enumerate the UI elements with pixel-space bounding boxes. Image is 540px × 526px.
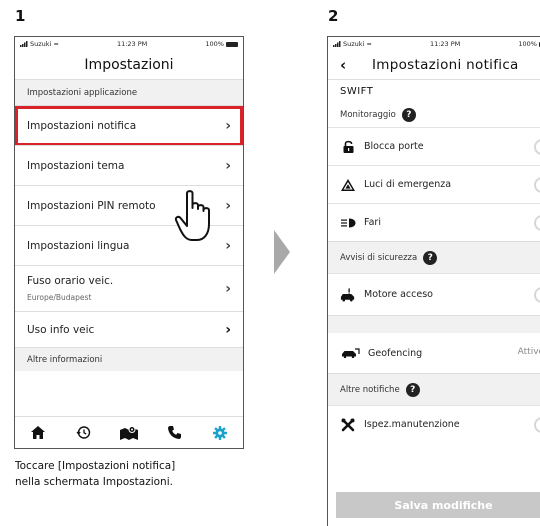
engine-on-toggle[interactable] <box>534 287 540 303</box>
history-icon <box>76 426 91 439</box>
menu-item-label: Impostazioni notifica <box>27 119 137 132</box>
battery-icon <box>225 41 238 47</box>
group-safety-alerts: Avvisi di sicurezza ? <box>328 241 540 273</box>
carrier-name: Suzuki <box>30 40 52 48</box>
carrier-name: Suzuki <box>343 40 365 48</box>
chevron-right-icon: › <box>225 157 231 174</box>
help-icon[interactable]: ? <box>405 382 420 397</box>
carrier-indicator: Suzuki ≈ <box>333 40 372 48</box>
step-number-1: 1 <box>15 7 26 25</box>
clock: 11:23 PM <box>116 40 148 48</box>
step-number-2: 2 <box>328 7 339 25</box>
section-other-info: Altre informazioni <box>15 347 243 371</box>
group-label-text: Altre notifiche <box>340 384 400 395</box>
group-other-notifications: Altre notifiche ? <box>328 373 540 405</box>
spacer <box>328 315 540 333</box>
timezone-value: Europe/Budapest <box>27 293 92 302</box>
menu-item-theme-settings[interactable]: Impostazioni tema › <box>15 145 243 185</box>
menu-item-vehicle-info-usage[interactable]: Uso info veic › <box>15 311 243 347</box>
signal-icon <box>333 41 341 47</box>
row-geofencing[interactable]: Geofencing Attivo › <box>328 333 540 373</box>
tab-bar <box>15 416 243 448</box>
maintenance-toggle[interactable] <box>534 417 540 433</box>
row-lock-doors: Blocca porte <box>328 127 540 165</box>
row-hazard-lights: Luci di emergenza <box>328 165 540 203</box>
tab-history[interactable] <box>71 423 95 443</box>
page-title: Impostazioni notifica <box>372 57 519 73</box>
wifi-icon: ≈ <box>53 40 59 48</box>
page-title: Impostazioni <box>84 57 174 73</box>
page-header: ‹ Impostazioni notifica <box>328 51 540 79</box>
group-monitoring: Monitoraggio ? <box>328 103 540 127</box>
battery-indicator: 100% <box>205 40 238 48</box>
chevron-right-icon: › <box>225 197 231 214</box>
section-app-settings: Impostazioni applicazione <box>15 79 243 105</box>
status-bar: Suzuki ≈ 11:23 PM 100% <box>15 37 243 51</box>
timezone-text: Fuso orario veic. Europe/Budapest <box>27 275 113 302</box>
map-icon <box>119 425 138 440</box>
menu-item-label: Impostazioni PIN remoto <box>27 199 156 212</box>
engine-alert-icon <box>340 287 356 303</box>
menu-item-label: Uso info veic <box>27 323 95 336</box>
row-headlights: Fari <box>328 203 540 241</box>
phone-screen-settings: Suzuki ≈ 11:23 PM 100% Impostazioni Impo… <box>14 36 244 449</box>
caption-line-1: Toccare [Impostazioni notifica] <box>15 460 176 472</box>
gear-icon <box>213 425 228 440</box>
row-engine-on: Motore acceso <box>328 273 540 315</box>
clock: 11:23 PM <box>429 40 461 48</box>
geofence-car-icon <box>340 345 360 361</box>
vehicle-name: SWIFT <box>328 79 540 103</box>
menu-item-label: Fuso orario veic. <box>27 275 114 287</box>
home-icon <box>30 426 45 439</box>
tab-map[interactable] <box>117 423 141 443</box>
wifi-icon: ≈ <box>366 40 372 48</box>
signal-icon <box>20 41 28 47</box>
carrier-indicator: Suzuki ≈ <box>20 40 59 48</box>
menu-item-label: Impostazioni tema <box>27 159 125 172</box>
menu-item-notification-settings[interactable]: Impostazioni notifica › <box>15 105 243 146</box>
tab-settings[interactable] <box>208 423 232 443</box>
menu-item-label: Impostazioni lingua <box>27 239 130 252</box>
row-label: Geofencing <box>368 347 423 359</box>
help-icon[interactable]: ? <box>423 250 438 265</box>
phone-screen-notification-settings: Suzuki ≈ 11:23 PM 100% ‹ Impostazioni no… <box>327 36 540 526</box>
row-label: Luci di emergenza <box>364 179 452 190</box>
next-step-arrow-icon <box>274 230 290 274</box>
back-arrow-icon[interactable]: ‹ <box>340 56 346 74</box>
row-label: Motore acceso <box>364 289 433 300</box>
headlights-toggle[interactable] <box>534 215 540 231</box>
phone-icon <box>168 426 182 439</box>
row-label: Blocca porte <box>364 141 424 152</box>
row-label: Fari <box>364 217 381 228</box>
wrench-icon <box>340 417 356 433</box>
chevron-right-icon: › <box>225 321 231 338</box>
lock-icon <box>340 139 356 155</box>
caption-line-2: nella schermata Impostazioni. <box>15 476 173 488</box>
headlight-icon <box>340 215 356 231</box>
battery-percent: 100% <box>518 40 537 48</box>
tab-phone[interactable] <box>163 423 187 443</box>
lock-doors-toggle[interactable] <box>534 139 540 155</box>
battery-indicator: 100% <box>518 40 540 48</box>
menu-item-timezone[interactable]: Fuso orario veic. Europe/Budapest › <box>15 265 243 311</box>
hazard-lights-toggle[interactable] <box>534 177 540 193</box>
save-changes-button[interactable]: Salva modifiche <box>336 492 540 518</box>
help-icon[interactable]: ? <box>401 108 416 122</box>
status-bar: Suzuki ≈ 11:23 PM 100% <box>328 37 540 51</box>
row-label: Ispez.manutenzione <box>364 419 460 430</box>
chevron-right-icon: › <box>225 280 231 297</box>
chevron-right-icon: › <box>225 117 231 134</box>
hazard-icon <box>340 177 356 193</box>
group-label-text: Avvisi di sicurezza <box>340 252 418 263</box>
chevron-right-icon: › <box>225 237 231 254</box>
battery-percent: 100% <box>205 40 224 48</box>
row-maintenance: Ispez.manutenzione <box>328 405 540 443</box>
tab-home[interactable] <box>26 423 50 443</box>
geofencing-status: Attivo › <box>518 333 540 371</box>
geofencing-status-text: Attivo <box>517 347 540 357</box>
tap-hand-icon <box>174 190 210 241</box>
instruction-caption: Toccare [Impostazioni notifica] nella sc… <box>15 458 250 490</box>
group-label-text: Monitoraggio <box>340 110 396 120</box>
